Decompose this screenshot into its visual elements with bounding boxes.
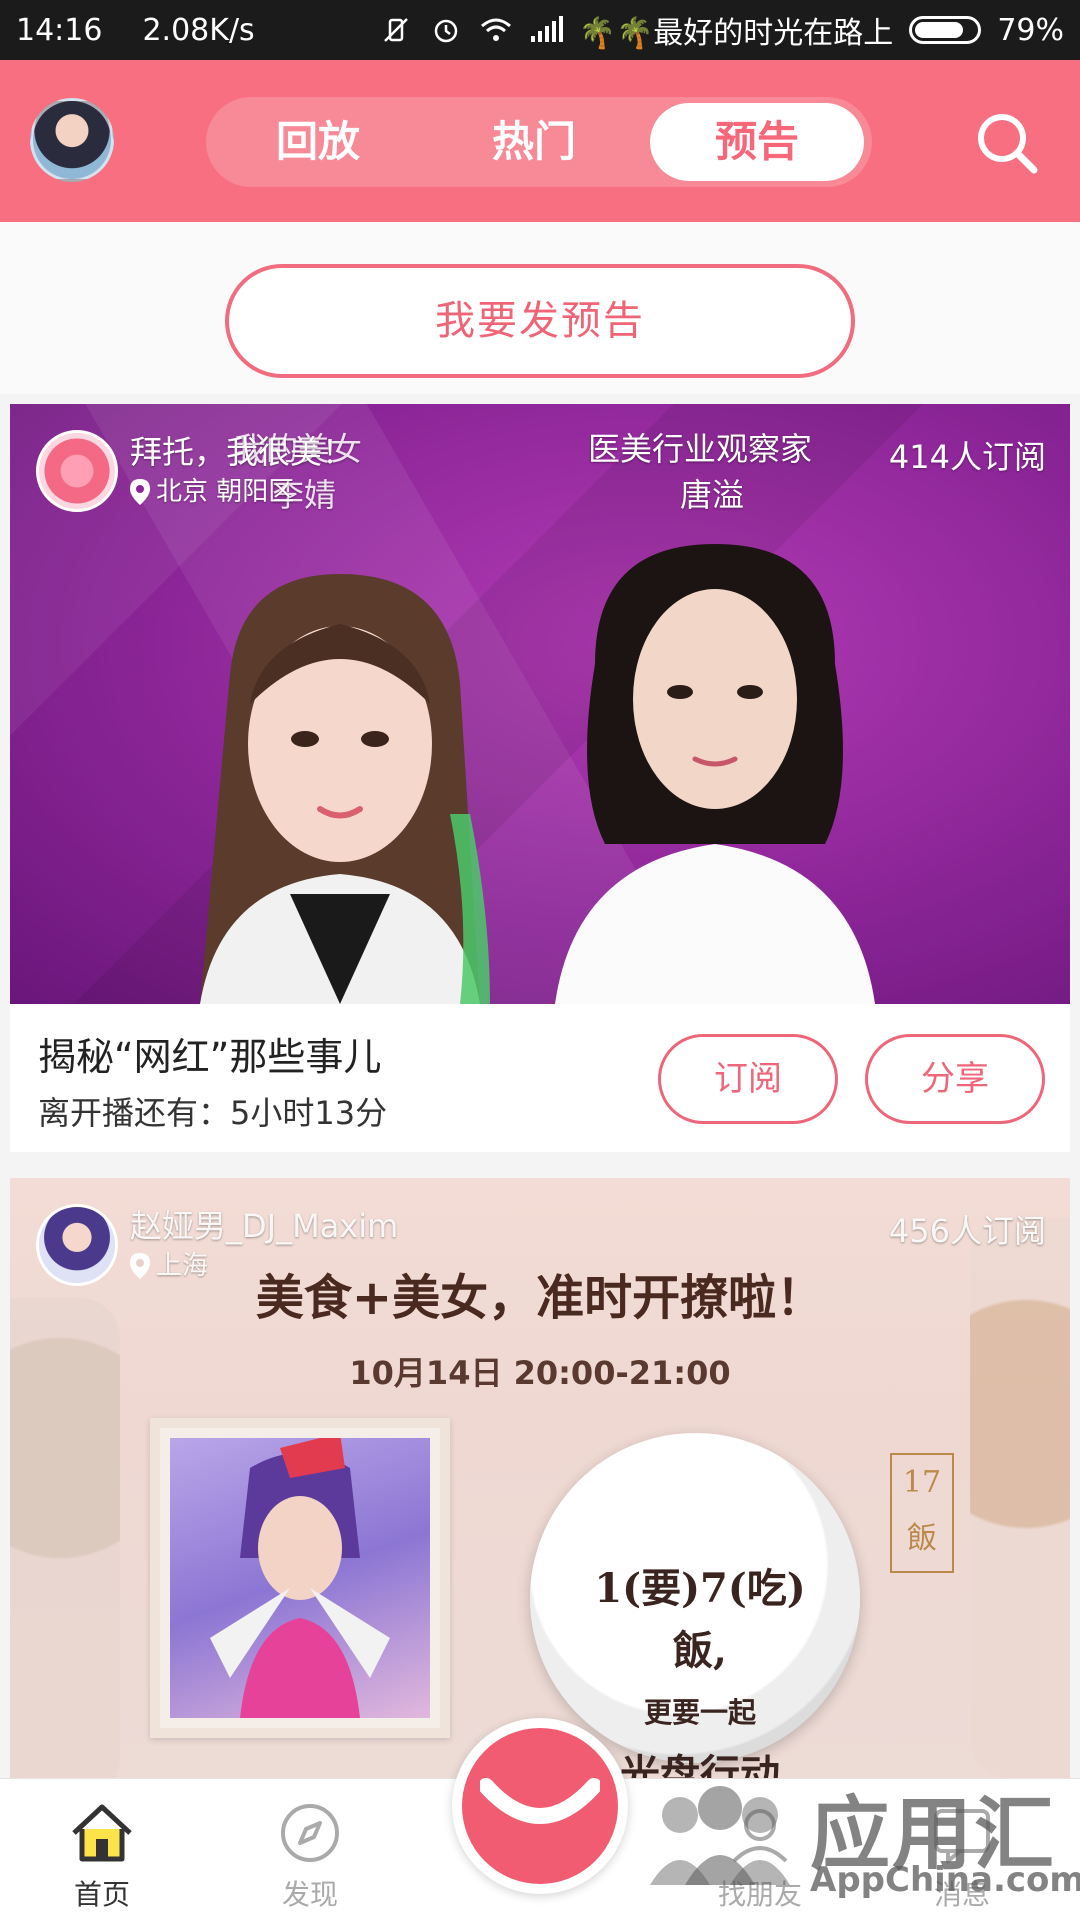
nav-friends-label: 找朋友 [717, 1878, 802, 1911]
vibrate-mute-icon [379, 13, 413, 47]
battery-icon [909, 16, 982, 44]
go-live-button[interactable] [452, 1718, 628, 1894]
status-carrier: 🌴🌴最好的时光在路上 [578, 16, 894, 51]
home-icon [72, 1804, 132, 1862]
tab-switcher: 回放 热门 预告 [206, 97, 872, 187]
host-portrait [200, 574, 490, 1004]
search-icon[interactable] [972, 108, 1042, 178]
smile-icon [480, 1778, 600, 1824]
status-battery: 79% [997, 12, 1064, 48]
compass-icon [281, 1804, 339, 1862]
post-preview-button[interactable]: 我要发预告 [225, 264, 855, 378]
brand-seal: 17 飯 [890, 1453, 954, 1573]
subscriber-count: 456人订阅 [888, 1212, 1046, 1250]
subscriber-count: 414人订阅 [888, 438, 1046, 476]
signal-icon [529, 13, 563, 47]
plate-slogan: 1(要)7(吃)飯, 更要一起 光盘行动 [570, 1558, 830, 1778]
nav-messages[interactable]: 消息 [902, 1797, 1022, 1913]
wifi-icon [479, 13, 513, 47]
message-icon [934, 1809, 990, 1863]
my-avatar[interactable] [30, 98, 114, 182]
host-location: 上海 [130, 1248, 398, 1284]
host-photo-frame [150, 1418, 450, 1738]
tab-replay[interactable]: 回放 [218, 103, 418, 181]
host-location-text: 上海 [156, 1251, 209, 1281]
nav-friends[interactable]: 找朋友 [700, 1797, 820, 1913]
host-name: 赵娅男_DJ_Maxim [130, 1207, 399, 1245]
host-location: 北京 朝阳区 [130, 474, 354, 510]
host-photo [170, 1433, 430, 1718]
share-button[interactable]: 分享 [865, 1034, 1045, 1124]
subscribe-button[interactable]: 订阅 [658, 1034, 838, 1124]
battery-fill [915, 22, 963, 38]
guest-portrait [555, 544, 875, 1004]
host-location-text: 北京 朝阳区 [156, 477, 295, 507]
nav-messages-label: 消息 [933, 1878, 990, 1911]
host-avatar[interactable] [36, 430, 118, 512]
preview-card[interactable]: 医美行业观察家 唐溢 我的美女 李婧 拜托，我很美！ 北京 朝阳区 414人订阅… [10, 404, 1070, 1152]
status-time: 14:16 [16, 12, 103, 48]
preview-card[interactable]: 美食+美女，准时开撩啦！ 10月14日 20:00-21:00 1(要)7(吃)… [10, 1178, 1070, 1778]
announce-section: 我要发预告 [0, 222, 1080, 394]
host-info-row[interactable]: 赵娅男_DJ_Maxim 上海 [36, 1204, 398, 1286]
status-right: 🌴🌴最好的时光在路上 79% [379, 8, 1064, 52]
tab-preview[interactable]: 预告 [650, 103, 864, 181]
cover-guest-name: 唐溢 [680, 476, 745, 514]
nav-discover[interactable]: 发现 [250, 1797, 370, 1913]
friends-icon [732, 1809, 788, 1863]
host-avatar[interactable] [36, 1204, 118, 1286]
host-info: 拜托，我很美！ 北京 朝阳区 [130, 430, 354, 510]
host-info: 赵娅男_DJ_Maxim 上海 [130, 1204, 398, 1284]
tab-hot[interactable]: 热门 [434, 103, 634, 181]
status-net-speed: 2.08K/s [142, 12, 255, 48]
app-root: 14:16 2.08K/s 🌴🌴最好的时光在路上 79% 回放 热门 预告 我要… [0, 0, 1080, 1920]
plate-line-2: 更要一起 [643, 1696, 756, 1729]
alarm-icon [429, 13, 463, 47]
location-pin-icon [130, 1253, 150, 1279]
top-header: 回放 热门 预告 [0, 60, 1080, 222]
status-left: 14:16 2.08K/s [16, 13, 255, 48]
nav-discover-label: 发现 [281, 1878, 338, 1911]
preview-cover-image[interactable]: 医美行业观察家 唐溢 我的美女 李婧 拜托，我很美！ 北京 朝阳区 414人订阅 [10, 404, 1070, 1004]
host-info-row[interactable]: 拜托，我很美！ 北京 朝阳区 [36, 430, 354, 512]
promo-time: 10月14日 20:00-21:00 [349, 1354, 731, 1392]
host-name: 拜托，我很美！ [130, 433, 355, 471]
cover-guest-title: 医美行业观察家 [588, 430, 813, 468]
location-pin-icon [130, 479, 150, 505]
nav-home[interactable]: 首页 [42, 1797, 162, 1913]
plate-line-1: 1(要)7(吃)飯, [594, 1565, 806, 1674]
battery-shell [909, 16, 982, 44]
nav-home-label: 首页 [73, 1878, 130, 1911]
stream-title: 揭秘“网红”那些事儿 [38, 1035, 382, 1079]
stream-countdown: 离开播还有：5小时13分 [38, 1094, 388, 1132]
status-bar: 14:16 2.08K/s 🌴🌴最好的时光在路上 79% [0, 0, 1080, 60]
